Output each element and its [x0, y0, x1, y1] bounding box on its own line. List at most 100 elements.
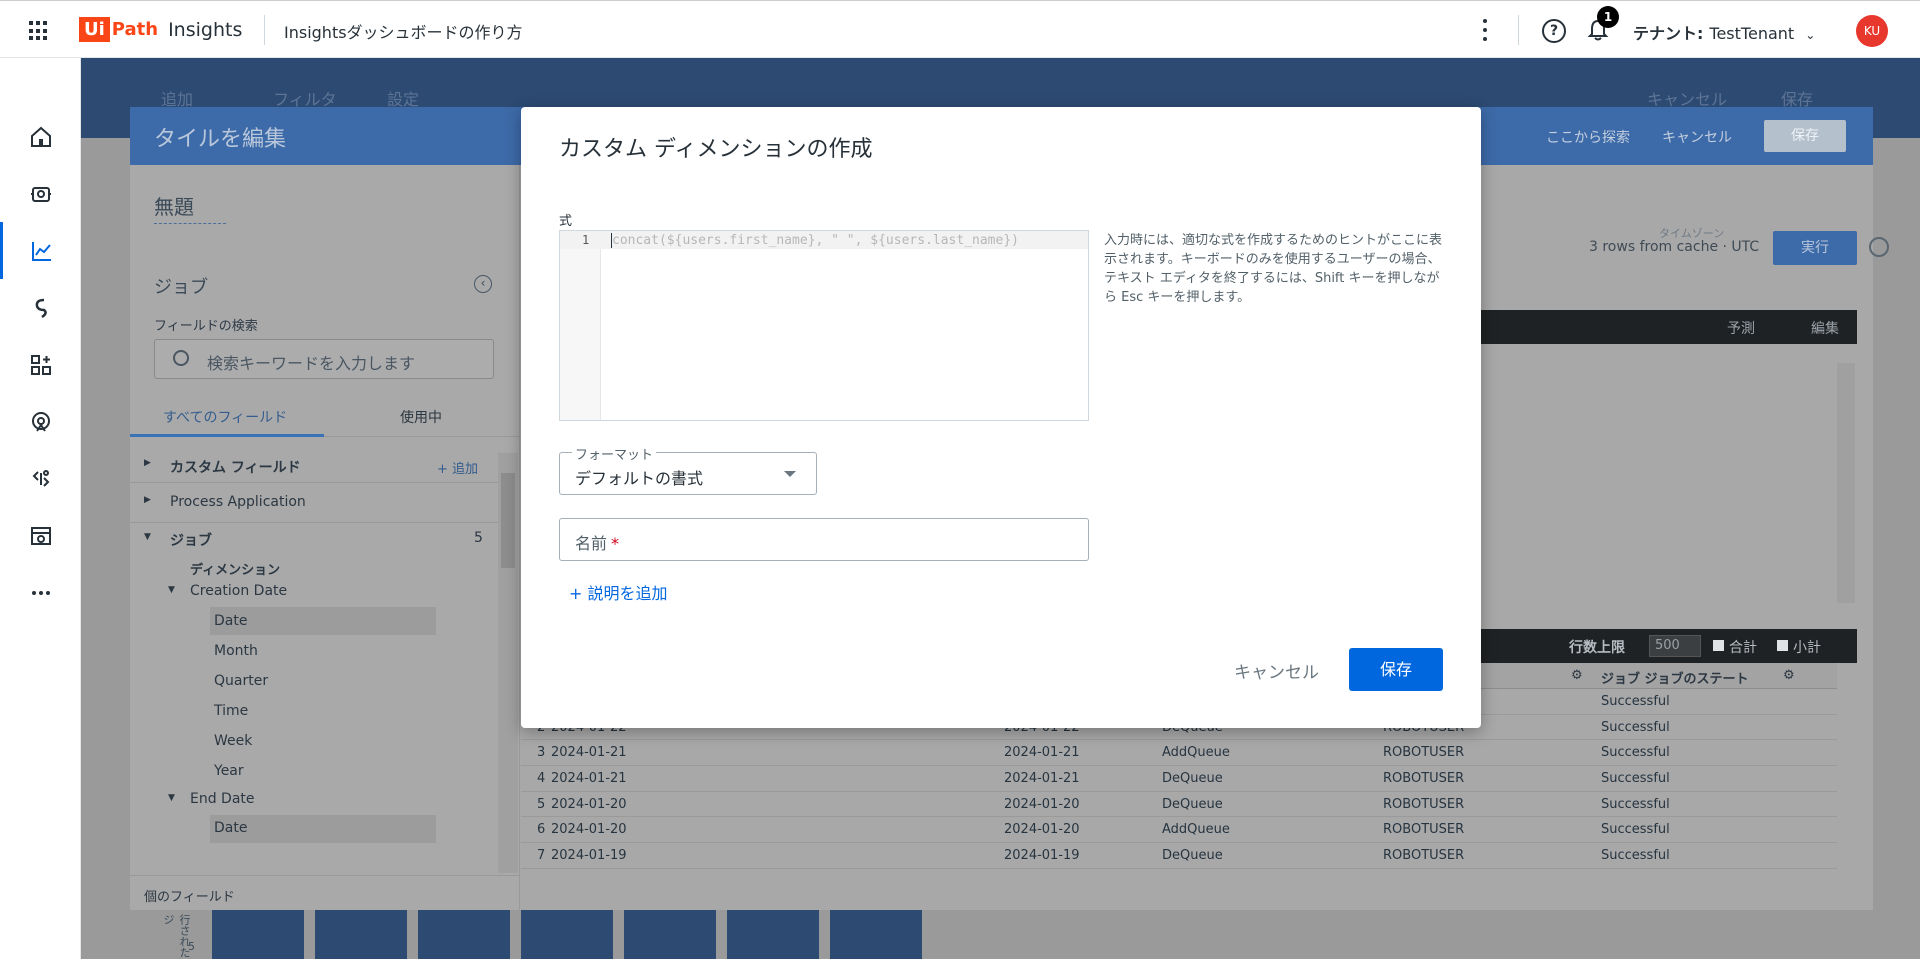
caret-right-icon: ▶	[144, 458, 151, 468]
name-placeholder: 名前 *	[575, 530, 619, 554]
tree-creation-date[interactable]: ▼ Creation Date	[130, 579, 498, 607]
tenant-value: TestTenant	[1709, 24, 1795, 43]
edit-tile-title: タイルを編集	[154, 127, 287, 152]
integration-icon[interactable]	[0, 450, 81, 507]
table-cell: 2024-01-19	[551, 848, 627, 864]
forecast-button[interactable]: 予測	[1727, 318, 1755, 338]
notification-count-badge: 1	[1597, 6, 1619, 28]
chart-bar	[624, 910, 716, 959]
gear-icon[interactable]	[1869, 237, 1889, 257]
table-row[interactable]: 3 2024-01-21 2024-01-21 AddQueue ROBOTUSER Su…	[521, 740, 1837, 767]
edit-save-button[interactable]: 保存	[1764, 120, 1846, 152]
field-tabs: すべてのフィールド 使用中	[130, 393, 520, 437]
field-label: Quarter	[214, 673, 269, 689]
field-end-date[interactable]: Date	[130, 815, 498, 843]
expression-label: 式	[559, 214, 573, 229]
more-icon[interactable]	[0, 564, 81, 621]
table-row[interactable]: 6 2024-01-20 2024-01-20 AddQueue ROBOTUSER Su…	[521, 817, 1837, 844]
avatar[interactable]: KU	[1856, 15, 1888, 47]
chart-bar	[521, 910, 613, 959]
dialog-save-button[interactable]: 保存	[1349, 648, 1443, 691]
add-custom-field-link[interactable]: + 追加	[437, 458, 478, 477]
table-cell: 4	[537, 771, 546, 787]
tab-in-use[interactable]: 使用中	[400, 407, 442, 427]
tile-name-underline	[154, 223, 226, 224]
gear-icon[interactable]: ⚙	[1571, 668, 1583, 683]
tree-job[interactable]: ▼ ジョブ 5	[130, 523, 498, 555]
table-cell: 2024-01-19	[1004, 848, 1080, 864]
field-label: Date	[214, 820, 248, 836]
top-bar: Ui Path Insights Insightsダッシュボードの作り方 ? 1 …	[0, 0, 1920, 58]
tree-process-app[interactable]: ▶ Process Application	[130, 483, 498, 523]
table-cell: ROBOTUSER	[1383, 822, 1465, 838]
dimension-header: ディメンション	[130, 555, 498, 581]
table-row[interactable]: 7 2024-01-19 2024-01-19 DeQueue ROBOTUSER Suc…	[521, 843, 1837, 869]
total-checkbox[interactable]	[1713, 640, 1724, 651]
apps-icon[interactable]	[0, 336, 81, 393]
collapse-icon[interactable]: ‹	[474, 275, 492, 293]
field-label: Date	[214, 613, 248, 629]
field-count-footer: 個のフィールド	[130, 875, 520, 910]
row-limit-label: 行数上限	[1569, 640, 1625, 656]
table-cell: DeQueue	[1162, 771, 1223, 787]
store-icon[interactable]	[0, 507, 81, 564]
edit-cancel-button[interactable]: キャンセル	[1662, 127, 1732, 147]
dialog-cancel-button[interactable]: キャンセル	[1234, 658, 1319, 683]
table-cell: Successful	[1601, 822, 1670, 838]
tree-end-date[interactable]: ▼ End Date	[130, 787, 498, 815]
row-limit-input[interactable]: 500	[1649, 635, 1701, 657]
field-time[interactable]: Time	[130, 697, 498, 727]
table-cell: AddQueue	[1162, 822, 1230, 838]
table-cell: 2024-01-21	[1004, 771, 1080, 787]
table-cell: ROBOTUSER	[1383, 848, 1465, 864]
uipath-insights-logo[interactable]: Ui Path Insights	[79, 17, 242, 42]
help-icon[interactable]: ?	[1542, 19, 1566, 43]
tile-name[interactable]: 無題	[154, 191, 194, 220]
left-nav	[0, 58, 81, 959]
tree-custom-fields[interactable]: ▶ カスタム フィールド + 追加	[130, 451, 498, 483]
chart-icon[interactable]	[0, 222, 81, 279]
caret-down-icon: ▼	[168, 793, 175, 803]
explore-link[interactable]: ここから探索	[1546, 127, 1630, 147]
field-week[interactable]: Week	[130, 727, 498, 757]
tab-all-fields[interactable]: すべてのフィールド	[163, 407, 287, 427]
home-icon[interactable]	[0, 108, 81, 165]
add-description-link[interactable]: + 説明を追加	[569, 580, 668, 604]
expression-editor[interactable]: 1 concat(${users.first_name}, " ", ${use…	[559, 230, 1089, 421]
format-select[interactable]: フォーマット デフォルトの書式	[559, 444, 817, 495]
scrollbar-thumb[interactable]	[501, 473, 515, 568]
name-field[interactable]: 名前 *	[559, 518, 1089, 561]
chart-bar	[727, 910, 819, 959]
table-cell: 5	[537, 796, 546, 812]
field-list-scrollbar[interactable]	[498, 453, 518, 873]
robot-icon[interactable]	[0, 165, 81, 222]
field-month[interactable]: Month	[130, 637, 498, 667]
more-vert-icon[interactable]	[1482, 19, 1488, 41]
name-placeholder-text: 名前	[575, 534, 608, 553]
column-header-state[interactable]: ジョブ ジョブのステート	[1601, 668, 1749, 687]
subtotal-checkbox[interactable]	[1777, 640, 1788, 651]
table-cell: 2024-01-21	[1004, 745, 1080, 761]
table-row[interactable]: 5 2024-01-20 2024-01-20 DeQueue ROBOTUSER Suc…	[521, 792, 1837, 818]
field-search-input[interactable]: 検索キーワードを入力します	[154, 339, 494, 379]
field-quarter[interactable]: Quarter	[130, 667, 498, 697]
app-launcher-icon[interactable]	[29, 21, 49, 41]
tracking-icon[interactable]	[0, 393, 81, 450]
viz-edit-button[interactable]: 編集	[1811, 318, 1839, 338]
run-button[interactable]: 実行	[1773, 231, 1857, 265]
tenant-label: テナント:	[1633, 24, 1704, 43]
table-cell: 7	[537, 848, 546, 864]
table-cell: ROBOTUSER	[1383, 771, 1465, 787]
table-cell: 2024-01-20	[1004, 822, 1080, 838]
custom-dimension-dialog: カスタム ディメンションの作成 式 1 concat(${users.first…	[521, 107, 1481, 728]
field-date[interactable]: Date	[130, 607, 498, 637]
gear-icon[interactable]: ⚙	[1783, 668, 1795, 683]
tenant-selector[interactable]: テナント: TestTenant ⌄	[1633, 20, 1815, 44]
process-icon[interactable]	[0, 279, 81, 336]
table-cell: 2024-01-20	[551, 796, 627, 812]
dimension-label: ディメンション	[190, 563, 281, 578]
field-label: Month	[214, 643, 258, 659]
field-year[interactable]: Year	[130, 757, 498, 787]
table-row[interactable]: 4 2024-01-21 2024-01-21 DeQueue ROBOTUSER Suc…	[521, 766, 1837, 792]
viz-scrollbar[interactable]	[1837, 363, 1855, 603]
